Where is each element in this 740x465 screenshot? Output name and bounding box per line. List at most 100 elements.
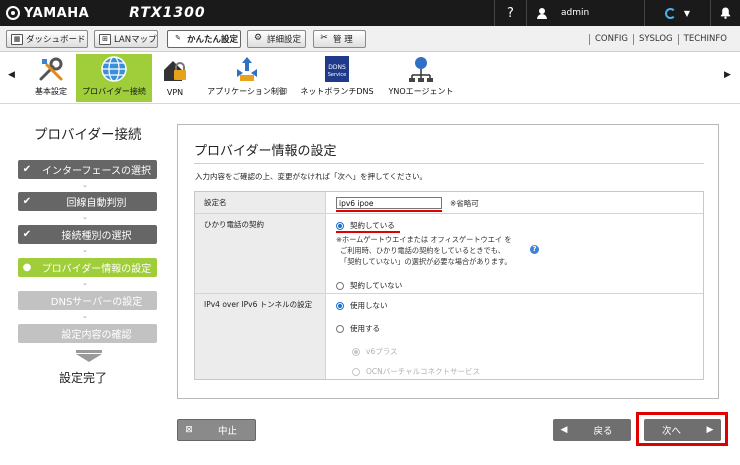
- table-row: IPv4 over IPv6 トンネルの設定 使用しない 使用する v6プラス …: [195, 294, 703, 379]
- tool-provider-connection[interactable]: プロバイダー接続: [76, 54, 152, 102]
- yamaha-logo: YAMAHA: [6, 6, 89, 21]
- brand-name: YAMAHA: [24, 5, 90, 21]
- close-box-icon: ⊠: [185, 425, 193, 435]
- step-dns-server: DNSサーバーの設定: [18, 291, 157, 310]
- hikari-note: ※ホームゲートウエイまたは オフィスゲートウエイ を ご利用時、ひかり電話の契約…: [336, 235, 512, 266]
- user-icon: [537, 8, 547, 19]
- config-link[interactable]: CONFIG: [590, 34, 633, 44]
- tools-icon: ✂: [320, 32, 328, 43]
- highlight-underline: [336, 231, 400, 233]
- tunnel-ocn-radio[interactable]: OCNバーチャルコネクトサービス: [352, 366, 480, 377]
- chevron-down-icon: ⌄: [82, 246, 88, 254]
- tab-management[interactable]: ✂ 管 理: [313, 30, 366, 48]
- feature-toolbar: ◀ 基本設定 プロバイダー接続 VPN アプリケーション制御 DDNS Servi…: [0, 52, 740, 104]
- chevron-down-icon: ⌄: [82, 213, 88, 221]
- tab-easy-setup[interactable]: ✎ かんたん設定: [167, 30, 241, 48]
- hikari-contract-no-radio[interactable]: 契約していない: [336, 280, 402, 291]
- cancel-button[interactable]: ⊠ 中止: [177, 419, 256, 441]
- optional-hint: ※省略可: [450, 199, 479, 208]
- settings-table: 設定名 ※省略可 ひかり電話の契約 契約している ※ホームゲートウエイまたは オ…: [194, 191, 704, 380]
- step-provider-info: ● プロバイダー情報の設定: [18, 258, 157, 277]
- tool-application-control[interactable]: アプリケーション制御: [200, 54, 294, 102]
- provider-info-panel: プロバイダー情報の設定 入力内容をご確認の上、変更がなければ「次へ」を押してくだ…: [177, 124, 719, 399]
- user-name: admin: [561, 8, 590, 18]
- toolbar-scroll-left-button[interactable]: ◀: [8, 70, 15, 80]
- checkmark-icon: ✔: [22, 164, 32, 175]
- gear-icon: ⚙: [253, 32, 263, 43]
- tool-yno-agent[interactable]: YNOエージェント: [384, 54, 458, 102]
- yamaha-tuning-fork-icon: [6, 6, 20, 20]
- wizard-title: プロバイダー接続: [34, 127, 142, 143]
- step-confirm: 設定内容の確認: [18, 324, 157, 343]
- step-connection-type: ✔ 接続種別の選択: [18, 225, 157, 244]
- hikari-contract-label: ひかり電話の契約: [195, 214, 326, 293]
- user-menu[interactable]: admin: [526, 0, 644, 26]
- status-ring-icon: [664, 7, 676, 19]
- radio-disabled-icon: [352, 367, 360, 376]
- step-interface-selection: ✔ インターフェースの選択: [18, 160, 157, 179]
- setting-name-input[interactable]: [336, 197, 442, 209]
- globe-icon: [99, 54, 129, 83]
- header-actions: ? admin ▼: [494, 0, 740, 26]
- tab-advanced-settings[interactable]: ⚙ 詳細設定: [247, 30, 306, 48]
- tab-dashboard[interactable]: ▦ ダッシュボード: [6, 30, 88, 48]
- network-agent-icon: [406, 54, 436, 83]
- chevron-down-icon: ⌄: [82, 279, 88, 287]
- current-dot-icon: ●: [22, 262, 32, 273]
- finish-label: 設定完了: [59, 371, 108, 385]
- tunnel-v6plus-radio[interactable]: v6プラス: [352, 346, 398, 357]
- svg-text:Service: Service: [328, 72, 346, 78]
- wrench-screwdriver-icon: [36, 54, 66, 83]
- status-menu[interactable]: ▼: [644, 0, 710, 26]
- chevron-down-icon: ⌄: [82, 181, 88, 189]
- arrow-left-icon: ◀: [560, 425, 568, 435]
- techinfo-link[interactable]: TECHINFO: [679, 34, 732, 44]
- app-control-icon: [232, 54, 262, 83]
- tunnel-setting-label: IPv4 over IPv6 トンネルの設定: [195, 294, 326, 379]
- toolbar-scroll-right-button[interactable]: ▶: [724, 70, 731, 80]
- tool-basic-settings[interactable]: 基本設定: [30, 54, 72, 102]
- dashboard-icon: ▦: [11, 33, 23, 45]
- arrow-right-icon: ▶: [706, 425, 714, 435]
- radio-unselected-icon: [336, 324, 344, 333]
- form-description: 入力内容をご確認の上、変更がなければ「次へ」を押してください。: [195, 172, 428, 181]
- model-name: RTX1300: [129, 5, 206, 21]
- checkmark-icon: ✔: [22, 229, 32, 240]
- step-line-auto-detect: ✔ 回線自動判別: [18, 192, 157, 211]
- help-icon[interactable]: ?: [530, 245, 539, 254]
- chevron-down-icon: ▼: [683, 8, 691, 18]
- highlight-underline: [336, 210, 442, 212]
- tunnel-off-radio[interactable]: 使用しない: [336, 300, 388, 311]
- radio-selected-icon: [336, 221, 344, 230]
- setting-name-label: 設定名: [195, 192, 326, 213]
- next-button[interactable]: 次へ ▶: [644, 419, 721, 441]
- radio-disabled-icon: [352, 347, 360, 356]
- form-title: プロバイダー情報の設定: [194, 144, 337, 159]
- table-row: ひかり電話の契約 契約している ※ホームゲートウエイまたは オフィスゲートウエイ…: [195, 214, 703, 294]
- radio-unselected-icon: [336, 281, 344, 290]
- checkmark-icon: ✔: [22, 196, 32, 207]
- tunnel-on-radio[interactable]: 使用する: [336, 323, 380, 334]
- tab-lan-map[interactable]: ⊞ LANマップ: [94, 30, 158, 48]
- bell-icon: [720, 7, 731, 19]
- table-row: 設定名 ※省略可: [195, 192, 703, 214]
- wizard-icon: ✎: [175, 33, 181, 42]
- main-nav: ▦ ダッシュボード ⊞ LANマップ ✎ かんたん設定 ⚙ 詳細設定 ✂ 管 理…: [0, 26, 740, 52]
- tool-netvolante-dns[interactable]: DDNS Service ネットボランチDNS: [298, 54, 376, 102]
- lan-map-icon: ⊞: [99, 33, 111, 45]
- syslog-link[interactable]: SYSLOG: [634, 34, 678, 44]
- top-header: YAMAHA RTX1300 ? admin ▼: [0, 0, 740, 26]
- svg-text:DDNS: DDNS: [328, 64, 346, 71]
- help-button[interactable]: ?: [494, 0, 526, 26]
- back-button[interactable]: ◀ 戻る: [553, 419, 631, 441]
- lock-house-icon: [160, 55, 190, 85]
- hikari-contract-yes-radio[interactable]: 契約している: [336, 220, 395, 231]
- ddns-service-icon: DDNS Service: [322, 54, 352, 83]
- tool-vpn[interactable]: VPN: [158, 54, 192, 102]
- utility-links: CONFIG SYSLOG TECHINFO: [588, 26, 732, 52]
- finish-arrow-icon: [76, 350, 102, 362]
- chevron-down-icon: ⌄: [82, 312, 88, 320]
- radio-selected-icon: [336, 301, 344, 310]
- notification-button[interactable]: [710, 0, 740, 26]
- title-divider: [194, 163, 704, 164]
